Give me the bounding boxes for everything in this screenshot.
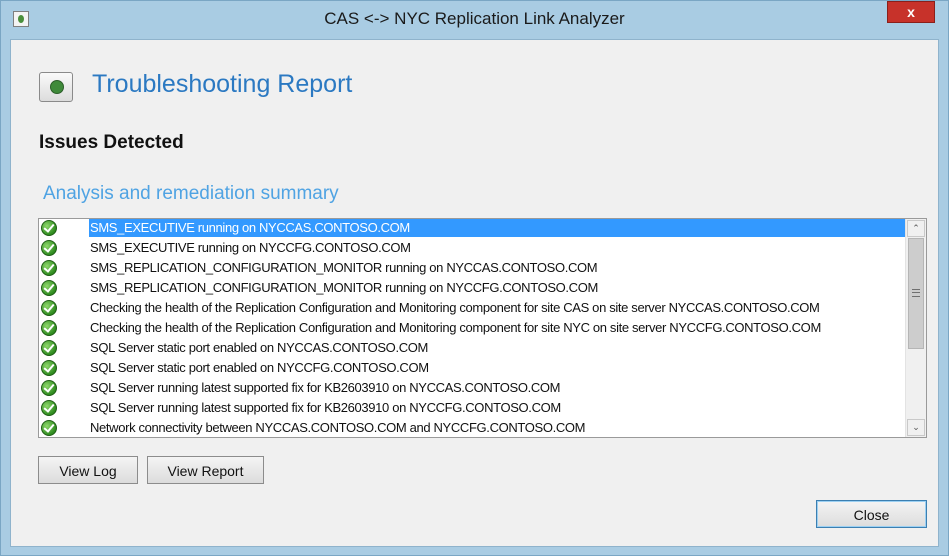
view-report-button[interactable]: View Report — [147, 456, 264, 484]
list-item[interactable]: SMS_REPLICATION_CONFIGURATION_MONITOR ru… — [39, 279, 905, 299]
list-item[interactable]: Checking the health of the Replication C… — [39, 319, 905, 339]
list-item-text: Checking the health of the Replication C… — [90, 300, 820, 315]
check-icon — [41, 280, 57, 296]
scroll-down-button[interactable]: ⌄ — [907, 419, 925, 436]
list-item[interactable]: SMS_EXECUTIVE running on NYCCFG.CONTOSO.… — [39, 239, 905, 259]
list-item[interactable]: SMS_EXECUTIVE running on NYCCAS.CONTOSO.… — [39, 219, 905, 239]
results-list[interactable]: SMS_EXECUTIVE running on NYCCAS.CONTOSO.… — [38, 218, 927, 438]
check-icon — [41, 340, 57, 356]
list-item-text: SQL Server running latest supported fix … — [90, 380, 561, 395]
list-item-text: SMS_EXECUTIVE running on NYCCFG.CONTOSO.… — [90, 240, 411, 255]
list-item[interactable]: Network connectivity between NYCCAS.CONT… — [39, 419, 905, 437]
check-icon — [41, 380, 57, 396]
check-icon — [41, 240, 57, 256]
check-icon — [41, 300, 57, 316]
list-item-text: SQL Server static port enabled on NYCCFG… — [90, 360, 429, 375]
close-button[interactable]: Close — [816, 500, 927, 528]
grip-icon — [912, 289, 920, 297]
analyzer-window: CAS <-> NYC Replication Link Analyzer x … — [0, 0, 949, 556]
list-item-text: SMS_REPLICATION_CONFIGURATION_MONITOR ru… — [90, 280, 598, 295]
scroll-thumb[interactable] — [908, 238, 924, 349]
title-bar[interactable]: CAS <-> NYC Replication Link Analyzer x — [1, 1, 948, 39]
list-item-text: SQL Server running latest supported fix … — [90, 400, 561, 415]
check-icon — [41, 320, 57, 336]
vertical-scrollbar[interactable]: ⌃ ⌄ — [905, 219, 926, 437]
status-heading: Issues Detected — [39, 132, 184, 153]
list-item[interactable]: SQL Server static port enabled on NYCCAS… — [39, 339, 905, 359]
window-close-button[interactable]: x — [887, 1, 935, 23]
check-icon — [41, 260, 57, 276]
list-item[interactable]: SQL Server static port enabled on NYCCFG… — [39, 359, 905, 379]
list-item[interactable]: Checking the health of the Replication C… — [39, 299, 905, 319]
dialog-body: Troubleshooting Report Issues Detected A… — [10, 39, 939, 547]
summary-heading: Analysis and remediation summary — [43, 183, 339, 204]
check-icon — [41, 360, 57, 376]
list-item[interactable]: SQL Server running latest supported fix … — [39, 399, 905, 419]
page-title: Troubleshooting Report — [92, 70, 353, 98]
check-icon — [41, 400, 57, 416]
list-item-text: SMS_EXECUTIVE running on NYCCAS.CONTOSO.… — [89, 219, 905, 237]
report-icon — [39, 72, 73, 102]
check-icon — [41, 420, 57, 436]
list-item[interactable]: SMS_REPLICATION_CONFIGURATION_MONITOR ru… — [39, 259, 905, 279]
list-item-text: SMS_REPLICATION_CONFIGURATION_MONITOR ru… — [90, 260, 598, 275]
list-item[interactable]: SQL Server running latest supported fix … — [39, 379, 905, 399]
list-item-text: Network connectivity between NYCCAS.CONT… — [90, 420, 586, 435]
results-rows: SMS_EXECUTIVE running on NYCCAS.CONTOSO.… — [39, 219, 905, 437]
scroll-up-button[interactable]: ⌃ — [907, 220, 925, 237]
view-log-button[interactable]: View Log — [38, 456, 138, 484]
check-icon — [41, 220, 57, 236]
list-item-text: Checking the health of the Replication C… — [90, 320, 821, 335]
window-title: CAS <-> NYC Replication Link Analyzer — [324, 9, 625, 28]
list-item-text: SQL Server static port enabled on NYCCAS… — [90, 340, 428, 355]
